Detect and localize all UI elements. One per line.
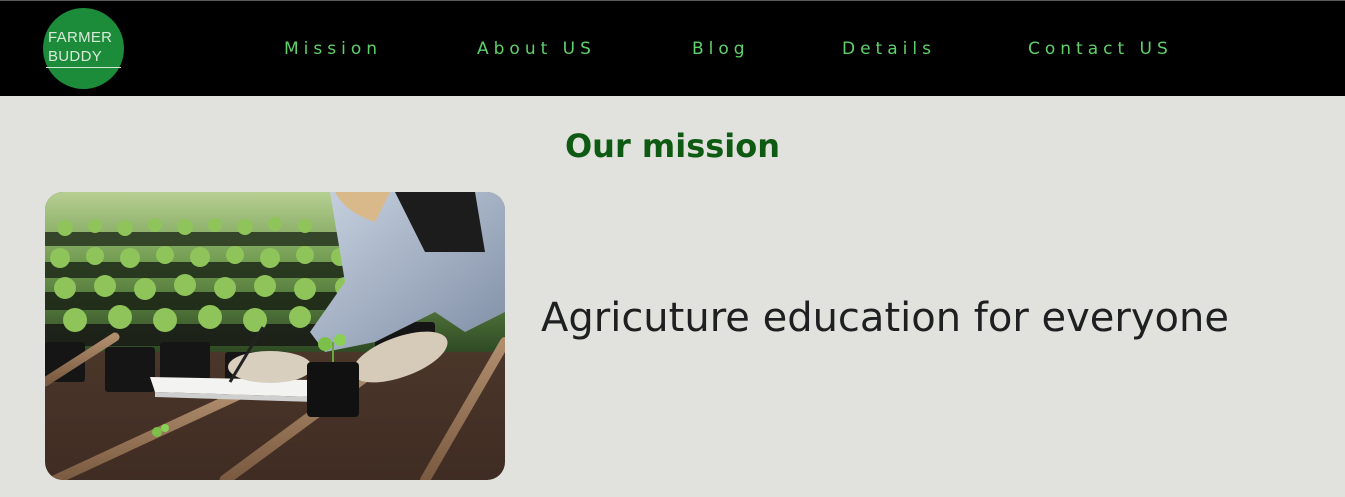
logo-text-line1: FARMER <box>48 29 113 46</box>
nav-link-about-us[interactable]: About US <box>477 39 596 59</box>
logo-underline <box>46 67 121 68</box>
nav-link-mission[interactable]: Mission <box>284 39 382 59</box>
farmer-buddy-logo[interactable]: FARMER BUDDY <box>43 8 124 89</box>
nav-link-details[interactable]: Details <box>842 39 936 59</box>
logo-text-line2: BUDDY <box>48 48 103 65</box>
nav-link-contact-us[interactable]: Contact US <box>1028 39 1173 59</box>
mission-tagline: Agricuture education for everyone <box>541 295 1229 341</box>
nav-link-blog[interactable]: Blog <box>692 39 750 59</box>
navbar: FARMER BUDDY Mission About US Blog Detai… <box>0 0 1345 96</box>
mission-photo <box>45 192 505 480</box>
mission-title: Our mission <box>564 127 781 165</box>
